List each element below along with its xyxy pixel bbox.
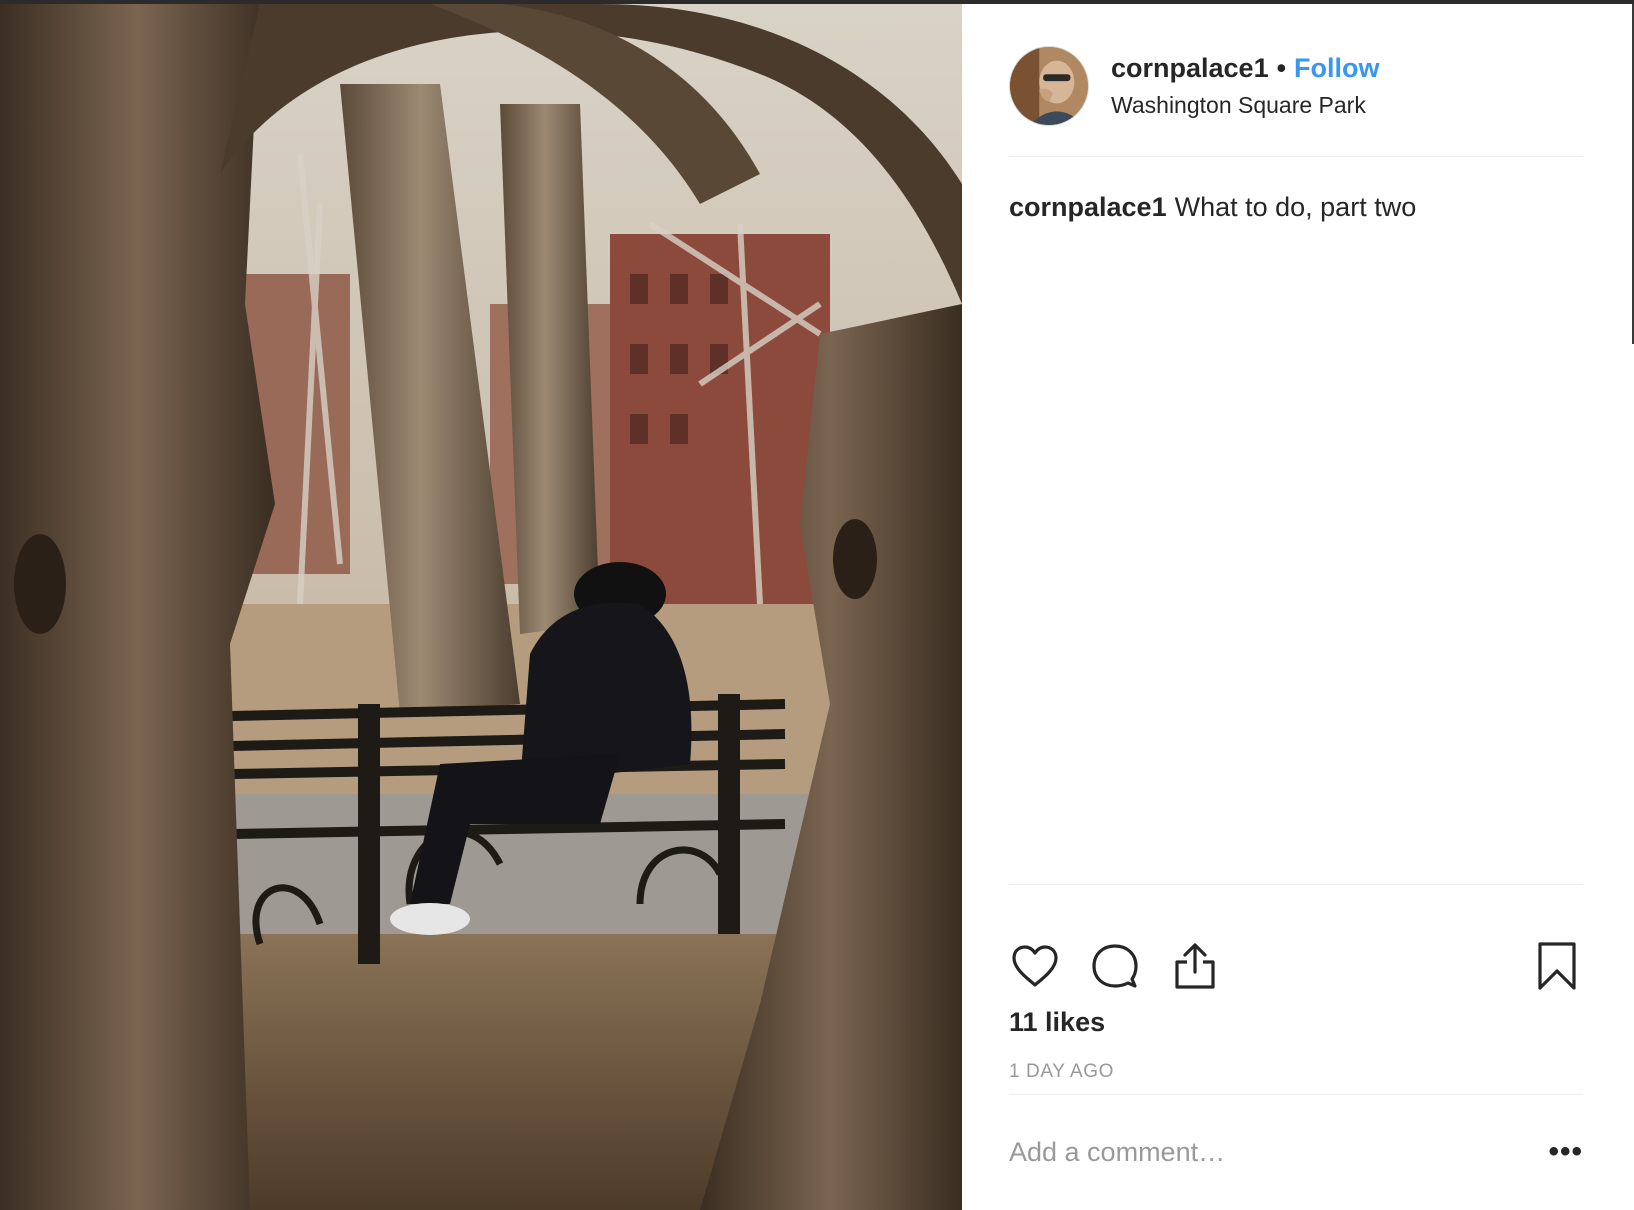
name-row: cornpalace1 • Follow <box>1111 53 1380 84</box>
speech-bubble-icon <box>1092 944 1138 988</box>
like-button[interactable] <box>1009 940 1061 992</box>
likes-count[interactable]: 11 likes <box>1009 1007 1105 1038</box>
share-upload-icon <box>1175 943 1215 989</box>
share-button[interactable] <box>1169 940 1221 992</box>
post-timestamp[interactable]: 1 DAY AGO <box>1009 1061 1114 1083</box>
follow-button[interactable]: Follow <box>1294 53 1379 84</box>
header-divider <box>1009 156 1583 157</box>
location-link[interactable]: Washington Square Park <box>1111 92 1380 119</box>
comment-button[interactable] <box>1089 940 1141 992</box>
more-options-button[interactable]: ••• <box>1543 1135 1583 1168</box>
comment-divider <box>1009 1094 1583 1095</box>
save-button[interactable] <box>1531 940 1583 992</box>
comment-row: ••• <box>1009 1124 1583 1180</box>
bookmark-icon <box>1538 942 1576 990</box>
username-link[interactable]: cornpalace1 <box>1111 53 1269 84</box>
actions-divider <box>1009 884 1583 885</box>
separator-dot: • <box>1276 53 1287 83</box>
caption-text: What to do, part two <box>1174 192 1417 222</box>
caption: cornpalace1 What to do, part two <box>1009 190 1583 225</box>
park-bench-photo <box>0 4 962 1210</box>
action-bar <box>1009 940 1583 992</box>
avatar-image <box>1010 47 1088 125</box>
post-window: cornpalace1 • Follow Washington Square P… <box>0 0 1634 1210</box>
comment-input[interactable] <box>1009 1136 1543 1168</box>
avatar[interactable] <box>1009 46 1089 126</box>
header-text: cornpalace1 • Follow Washington Square P… <box>1111 53 1380 119</box>
post-photo[interactable] <box>0 4 962 1210</box>
post-side-panel: cornpalace1 • Follow Washington Square P… <box>962 4 1634 1210</box>
post-header: cornpalace1 • Follow Washington Square P… <box>1009 46 1589 126</box>
heart-icon <box>1012 945 1058 987</box>
more-options-icon: ••• <box>1548 1135 1583 1168</box>
caption-username[interactable]: cornpalace1 <box>1009 192 1167 222</box>
